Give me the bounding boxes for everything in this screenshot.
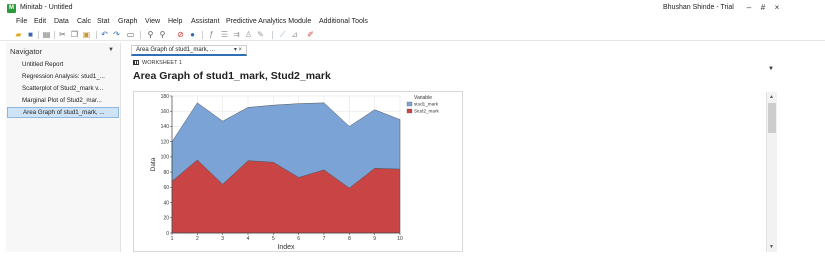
insert-column-icon[interactable]: ⇉ <box>232 30 241 39</box>
y-tick-label: 180 <box>161 94 170 100</box>
undo-icon[interactable]: ↶ <box>100 30 109 39</box>
graph-tool-icon[interactable]: ⟋ <box>278 30 287 39</box>
menu-stat[interactable]: Stat <box>97 18 109 25</box>
brush-icon[interactable]: ♙ <box>244 30 253 39</box>
scrollbar-thumb[interactable] <box>768 103 776 133</box>
cut-icon[interactable]: ✂ <box>58 30 67 39</box>
title-bar: M Minitab - Untitled Bhushan Shinde - Tr… <box>0 0 825 17</box>
menu-help[interactable]: Help <box>168 18 182 25</box>
menu-edit[interactable]: Edit <box>34 18 46 25</box>
eraser-icon[interactable]: ✐ <box>306 30 315 39</box>
x-tick-label: 6 <box>297 236 300 242</box>
menu-bar: File Edit Data Calc Stat Graph View Help… <box>0 17 825 29</box>
worksheet-icon <box>133 60 139 65</box>
edit-icon[interactable]: ✎ <box>256 30 265 39</box>
y-tick-label: 20 <box>163 216 169 222</box>
scroll-down-icon[interactable]: ▼ <box>769 244 774 250</box>
paste-icon[interactable]: ▣ <box>82 30 91 39</box>
open-folder-icon[interactable]: ▰ <box>14 30 23 39</box>
restore-button[interactable]: # <box>758 3 768 12</box>
y-tick-label: 100 <box>161 155 170 161</box>
y-tick-label: 80 <box>163 170 169 176</box>
legend-entry: Stud2_mark <box>414 109 439 114</box>
x-tick-label: 10 <box>397 236 403 242</box>
x-tick-label: 1 <box>171 236 174 242</box>
insert-row-icon[interactable]: ☰ <box>220 30 229 39</box>
legend-swatch <box>406 101 413 107</box>
legend-entry: stud1_mark <box>414 102 439 107</box>
window-title: Minitab - Untitled <box>20 4 73 11</box>
menu-file[interactable]: File <box>16 18 27 25</box>
vertical-scrollbar[interactable]: ▲ ▼ <box>766 92 777 252</box>
x-tick-label: 5 <box>272 236 275 242</box>
x-tick-label: 3 <box>221 236 224 242</box>
x-tick-label: 2 <box>196 236 199 242</box>
menu-view[interactable]: View <box>145 18 160 25</box>
nav-item-area-graph[interactable]: Area Graph of stud1_mark, ... <box>7 107 119 118</box>
menu-assistant[interactable]: Assistant <box>191 18 219 25</box>
page-title: Area Graph of stud1_mark, Stud2_mark <box>133 70 331 82</box>
save-icon[interactable]: ■ <box>26 30 35 39</box>
help-icon[interactable]: ● <box>188 30 197 39</box>
y-axis-label: Data <box>150 157 157 171</box>
graph-frame: 0 20 40 60 80 100 120 140 160 180 1 2 3 4 5 6 7 8 9 10 Index… <box>133 91 463 252</box>
toolbar-separator <box>54 31 55 39</box>
minimize-button[interactable]: – <box>744 3 754 12</box>
user-label: Bhushan Shinde - Trial <box>663 4 734 11</box>
select-tool-icon[interactable]: ⊿ <box>290 30 299 39</box>
toolbar-separator <box>96 31 97 39</box>
y-tick-label: 120 <box>161 139 170 145</box>
minitab-logo-icon: M <box>7 4 16 13</box>
y-tick-label: 0 <box>166 231 169 237</box>
navigator-panel: Navigator ▼ Untitled Report Regression A… <box>6 43 121 252</box>
area-graph: 0 20 40 60 80 100 120 140 160 180 1 2 3 4 5 6 7 8 9 10 Index… <box>150 94 439 251</box>
x-tick-label: 7 <box>323 236 326 242</box>
navigator-title: Navigator <box>10 47 43 56</box>
output-menu-chevron-icon[interactable]: ▼ <box>768 66 774 72</box>
window-icon[interactable]: ▭ <box>126 30 135 39</box>
legend-swatch <box>406 108 413 114</box>
tab-area-graph[interactable]: Area Graph of stud1_mark, ... ▾ × <box>131 45 247 56</box>
y-tick-label: 60 <box>163 185 169 191</box>
nav-item-scatterplot[interactable]: Scatterplot of Stud2_mark v... <box>7 83 119 94</box>
copy-icon[interactable]: ❐ <box>70 30 79 39</box>
legend-title: Variable <box>414 95 432 101</box>
find-icon[interactable]: ⚲ <box>146 30 155 39</box>
replace-icon[interactable]: ⚲ <box>158 30 167 39</box>
toolbar-separator <box>272 31 273 39</box>
menu-data[interactable]: Data <box>54 18 69 25</box>
chevron-down-icon[interactable]: ▼ <box>108 47 114 53</box>
print-icon[interactable]: ▤ <box>42 30 51 39</box>
y-tick-label: 40 <box>163 200 169 206</box>
toolbar-separator <box>38 31 39 39</box>
menu-calc[interactable]: Calc <box>77 18 91 25</box>
x-tick-label: 8 <box>348 236 351 242</box>
nav-item-regression-analysis[interactable]: Regression Analysis: stud1_... <box>7 71 119 82</box>
nav-item-marginal-plot[interactable]: Marginal Plot of Stud2_mar... <box>7 95 119 106</box>
x-tick-label: 4 <box>247 236 250 242</box>
redo-icon[interactable]: ↷ <box>112 30 121 39</box>
toolbar-separator <box>202 31 203 39</box>
formula-icon[interactable]: ƒ <box>207 30 216 39</box>
close-button[interactable]: × <box>772 3 782 12</box>
menu-graph[interactable]: Graph <box>118 18 137 25</box>
menu-predictive-analytics[interactable]: Predictive Analytics Module <box>226 18 311 25</box>
x-axis-label: Index <box>277 244 295 251</box>
worksheet-label: WORKSHEET 1 <box>133 60 182 66</box>
y-tick-label: 160 <box>161 109 170 115</box>
menu-additional-tools[interactable]: Additional Tools <box>319 18 368 25</box>
x-tick-label: 9 <box>373 236 376 242</box>
cancel-icon[interactable]: ⊘ <box>176 30 185 39</box>
nav-item-untitled-report[interactable]: Untitled Report <box>7 59 119 70</box>
toolbar-separator <box>140 31 141 39</box>
y-tick-label: 140 <box>161 124 170 130</box>
tab-label: Area Graph of stud1_mark, ... <box>136 47 216 53</box>
tab-close-icon[interactable]: ▾ × <box>234 46 242 55</box>
toolbar: ▰ ■ ▤ ✂ ❐ ▣ ↶ ↷ ▭ ⚲ ⚲ ⊘ ● ƒ ☰ ⇉ ♙ ✎ ⟋ ⊿ … <box>0 29 825 41</box>
scroll-up-icon[interactable]: ▲ <box>769 94 774 100</box>
